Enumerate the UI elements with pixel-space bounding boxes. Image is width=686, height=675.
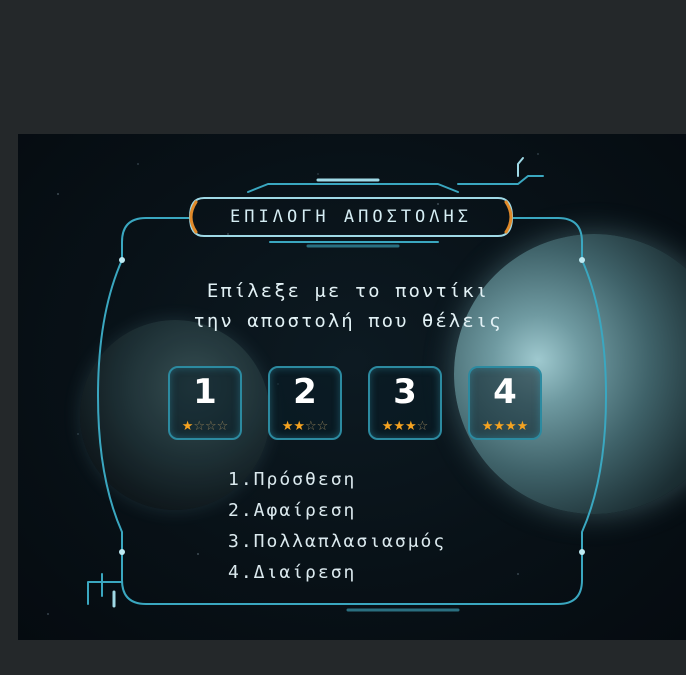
instruction-text: Επίλεξε με το ποντίκι την αποστολή που θ… bbox=[138, 276, 558, 336]
star-filled-icon: ★ bbox=[281, 419, 294, 434]
game-screen: ΕΠΙΛΟΓΗ ΑΠΟΣΤΟΛΗΣ Επίλεξε με το ποντίκι … bbox=[18, 134, 686, 640]
level-stars: ★★★★ bbox=[470, 419, 540, 434]
page-background: ΕΠΙΛΟΓΗ ΑΠΟΣΤΟΛΗΣ Επίλεξε με το ποντίκι … bbox=[0, 0, 686, 675]
level-stars: ★☆☆☆ bbox=[170, 419, 240, 434]
star-filled-icon: ★ bbox=[381, 419, 394, 434]
star-empty-icon: ☆ bbox=[416, 419, 429, 434]
star-filled-icon: ★ bbox=[516, 419, 529, 434]
star-filled-icon: ★ bbox=[493, 419, 505, 434]
star-filled-icon: ★ bbox=[505, 419, 517, 434]
star-filled-icon: ★ bbox=[181, 419, 194, 434]
mission-item-subtraction: 2.Αφαίρεση bbox=[228, 500, 357, 521]
level-stars: ★★★☆ bbox=[370, 419, 440, 434]
level-1-button[interactable]: 1 ★☆☆☆ bbox=[168, 366, 242, 440]
mission-item-multiplication: 3.Πολλαπλασιασμός bbox=[228, 531, 447, 552]
level-2-button[interactable]: 2 ★★☆☆ bbox=[268, 366, 342, 440]
level-number: 1 bbox=[193, 372, 217, 412]
level-3-button[interactable]: 3 ★★★☆ bbox=[368, 366, 442, 440]
star-empty-icon: ☆ bbox=[216, 419, 229, 434]
instruction-line-1: Επίλεξε με το ποντίκι bbox=[206, 280, 490, 302]
star-filled-icon: ★ bbox=[481, 419, 494, 434]
level-selector: 1 ★☆☆☆ 2 ★★☆☆ 3 ★★★☆ 4 ★★★★ bbox=[168, 366, 542, 440]
level-stars: ★★☆☆ bbox=[270, 419, 340, 434]
mission-item-division: 4.Διαίρεση bbox=[228, 562, 357, 583]
star-empty-icon: ☆ bbox=[193, 419, 205, 434]
star-empty-icon: ☆ bbox=[316, 419, 329, 434]
level-4-button[interactable]: 4 ★★★★ bbox=[468, 366, 542, 440]
star-filled-icon: ★ bbox=[393, 419, 405, 434]
star-empty-icon: ☆ bbox=[305, 419, 317, 434]
star-filled-icon: ★ bbox=[405, 419, 417, 434]
mission-item-addition: 1.Πρόσθεση bbox=[228, 469, 357, 490]
instruction-line-2: την αποστολή που θέλεις bbox=[193, 310, 503, 332]
star-empty-icon: ☆ bbox=[205, 419, 217, 434]
mission-list: 1.Πρόσθεση 2.Αφαίρεση 3.Πολλαπλασιασμός … bbox=[228, 464, 528, 588]
screen-title: ΕΠΙΛΟΓΗ ΑΠΟΣΤΟΛΗΣ bbox=[230, 207, 472, 227]
level-number: 3 bbox=[393, 372, 417, 412]
level-number: 4 bbox=[493, 372, 517, 412]
star-filled-icon: ★ bbox=[293, 419, 305, 434]
level-number: 2 bbox=[293, 372, 317, 412]
